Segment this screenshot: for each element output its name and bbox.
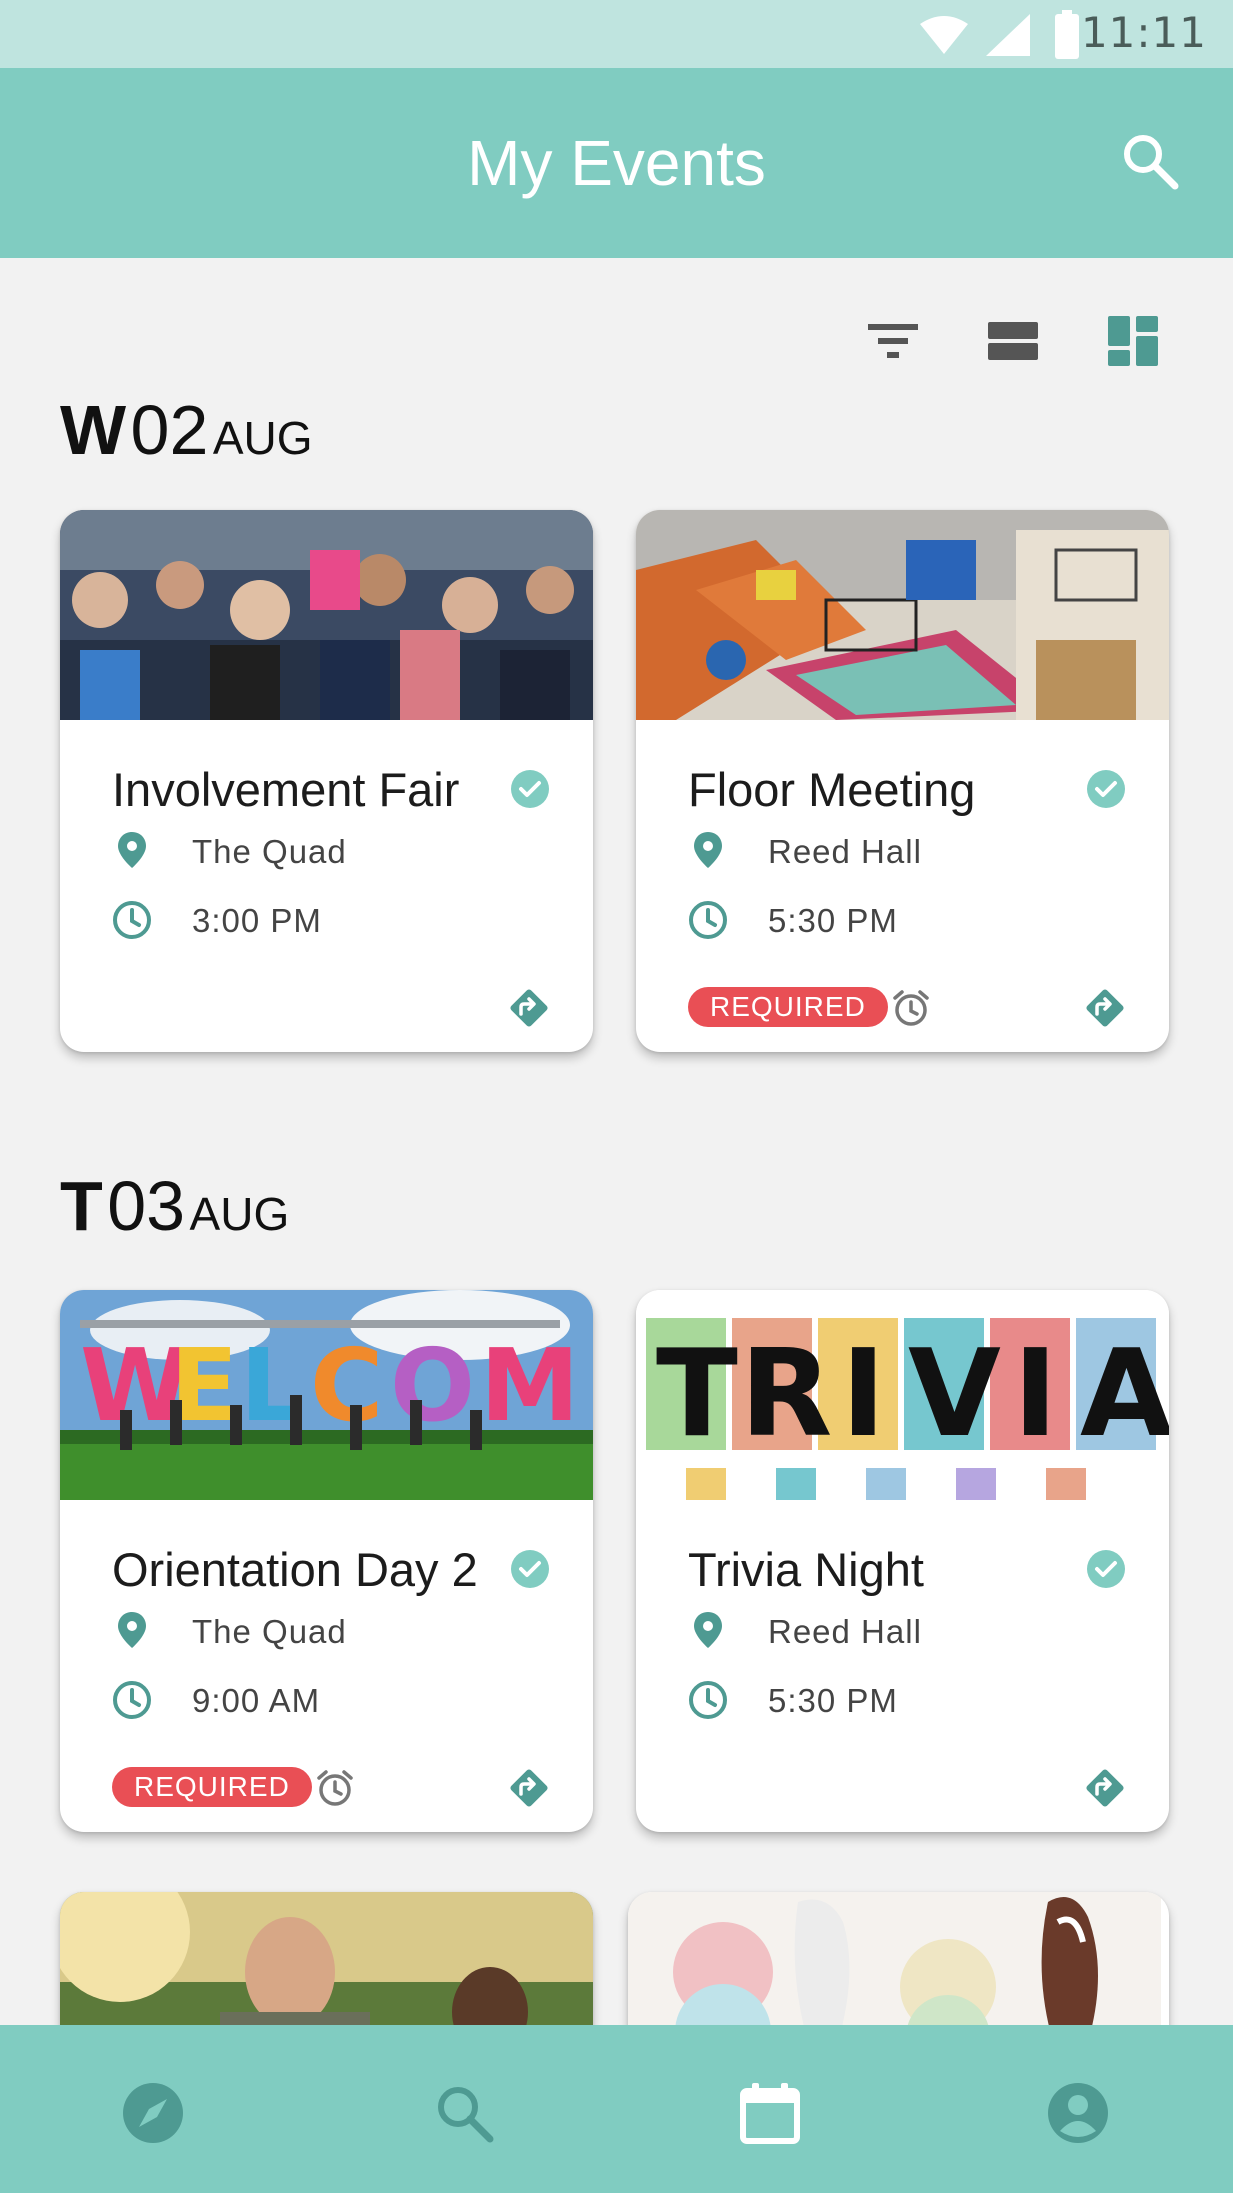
event-time: 5:30 PM: [768, 902, 898, 939]
event-card[interactable]: Involvement Fair The Quad 3:00 PM: [60, 510, 593, 1052]
list-view-icon[interactable]: [982, 310, 1044, 372]
event-location: Reed Hall: [768, 833, 922, 870]
required-badge: REQUIRED: [688, 987, 888, 1027]
svg-text:O: O: [390, 1327, 475, 1444]
check-circle-icon: [1087, 770, 1125, 808]
required-badge: REQUIRED: [112, 1767, 312, 1807]
event-card[interactable]: T R I V I A Trivia Night Reed Hall 5:30 …: [636, 1290, 1169, 1832]
page-title: My Events: [467, 127, 766, 199]
event-location: The Quad: [192, 1613, 347, 1650]
location-pin-icon: [694, 832, 722, 868]
trivia-letter: I: [1013, 1325, 1058, 1464]
event-title: Involvement Fair: [112, 763, 460, 816]
grid-view-icon[interactable]: [1102, 310, 1164, 372]
directions-icon[interactable]: [1083, 986, 1127, 1030]
app-bar: My Events: [0, 68, 1233, 258]
clock-icon: [689, 901, 727, 939]
search-icon[interactable]: [432, 2081, 496, 2145]
directions-icon[interactable]: [507, 1766, 551, 1810]
event-time: 3:00 PM: [192, 902, 322, 939]
event-location: Reed Hall: [768, 1613, 922, 1650]
event-image: [636, 510, 1169, 720]
event-image: T R I V I A: [636, 1290, 1169, 1500]
clock-icon: [113, 1681, 151, 1719]
filter-icon[interactable]: [862, 310, 924, 372]
svg-text:C: C: [310, 1327, 383, 1444]
event-card[interactable]: W E L C O M Orientation Day 2 The Quad 9…: [60, 1290, 593, 1832]
trivia-letter: A: [1080, 1325, 1169, 1464]
day-header: W 02 AUG: [60, 391, 313, 469]
event-title: Orientation Day 2: [112, 1543, 478, 1596]
svg-text:M: M: [480, 1327, 580, 1444]
event-time: 9:00 AM: [192, 1682, 321, 1719]
trivia-letter: R: [740, 1325, 832, 1464]
status-bar: 11:11: [0, 0, 1233, 68]
battery-icon: [1055, 10, 1079, 59]
check-circle-icon: [511, 1550, 549, 1588]
event-location: The Quad: [192, 833, 347, 870]
check-circle-icon: [1087, 1550, 1125, 1588]
wifi-icon: [920, 16, 968, 54]
profile-icon[interactable]: [1046, 2081, 1110, 2145]
clock-icon: [689, 1681, 727, 1719]
explore-icon[interactable]: [121, 2081, 185, 2145]
directions-icon[interactable]: [1083, 1766, 1127, 1810]
event-time: 5:30 PM: [768, 1682, 898, 1719]
location-pin-icon: [694, 1612, 722, 1648]
event-image: [60, 510, 593, 720]
day-header: T 03 AUG: [60, 1167, 290, 1245]
calendar-icon[interactable]: [738, 2081, 802, 2145]
directions-icon[interactable]: [507, 986, 551, 1030]
alarm-clock-icon[interactable]: [315, 1768, 355, 1808]
alarm-clock-icon[interactable]: [891, 988, 931, 1028]
trivia-letter: I: [841, 1325, 886, 1464]
trivia-letter: T: [656, 1325, 738, 1464]
location-pin-icon: [118, 832, 146, 868]
trivia-letter: V: [908, 1325, 1001, 1464]
event-card[interactable]: Floor Meeting Reed Hall 5:30 PM REQUIRED: [636, 510, 1169, 1052]
check-circle-icon: [511, 770, 549, 808]
event-title: Trivia Night: [688, 1543, 924, 1596]
clock-icon: [113, 901, 151, 939]
signal-icon: [986, 14, 1030, 56]
bottom-nav: [0, 2025, 1233, 2193]
event-image: W E L C O M: [60, 1290, 593, 1500]
search-icon: [1124, 135, 1179, 190]
event-title: Floor Meeting: [688, 763, 976, 816]
search-button[interactable]: [1119, 130, 1181, 192]
status-time: 11:11: [1080, 8, 1207, 57]
location-pin-icon: [118, 1612, 146, 1648]
